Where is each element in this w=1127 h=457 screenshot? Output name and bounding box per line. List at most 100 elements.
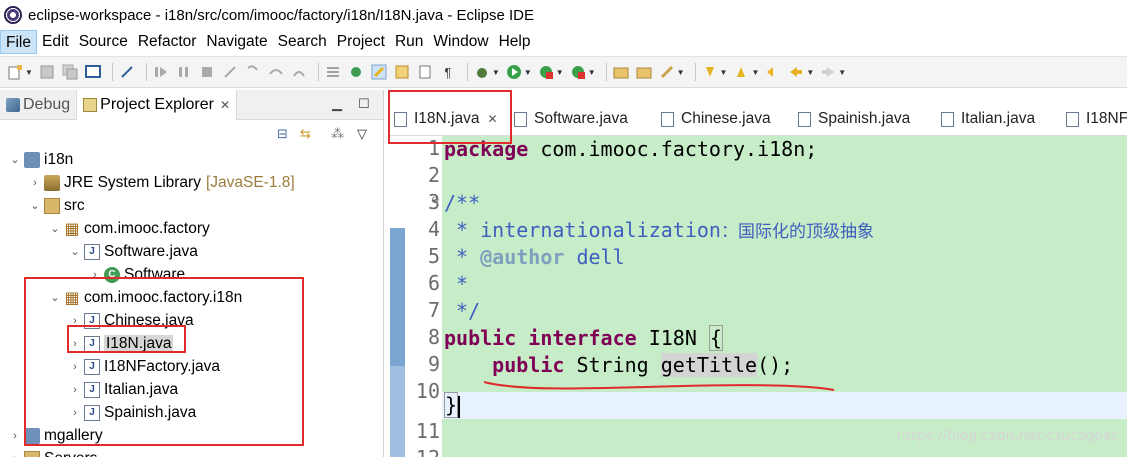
last-edit-location-icon[interactable] xyxy=(764,63,782,81)
expand-icon[interactable]: › xyxy=(8,453,22,457)
minimize-icon[interactable]: ▁ xyxy=(332,96,342,112)
tree-item[interactable]: › Servers xyxy=(8,447,97,457)
debug-icon[interactable] xyxy=(473,63,491,81)
tree-item-label: Software.java xyxy=(104,242,198,260)
link-with-editor-icon[interactable]: ⇆ xyxy=(300,126,311,142)
menu-file[interactable]: File xyxy=(0,30,37,54)
debug-dropdown-icon[interactable]: ▼ xyxy=(492,68,500,77)
java-element-icon[interactable] xyxy=(347,63,365,81)
annotation-underline xyxy=(483,381,835,391)
external-tools-dropdown-icon[interactable]: ▼ xyxy=(588,68,596,77)
fold-collapse-icon[interactable]: ⊖ xyxy=(431,195,439,206)
java-file-icon: J xyxy=(84,243,100,260)
forward-dropdown-icon[interactable]: ▼ xyxy=(838,68,846,77)
watermark: https://blog.csdn.net/csucsgoat xyxy=(896,428,1117,444)
menu-source[interactable]: Source xyxy=(74,30,133,54)
menu-refactor[interactable]: Refactor xyxy=(133,30,202,54)
expand-icon[interactable]: › xyxy=(28,177,42,189)
suspend-icon[interactable] xyxy=(175,63,193,81)
editor-tab-spainish[interactable]: Spainish.java xyxy=(798,104,910,134)
external-tools-icon[interactable] xyxy=(569,63,587,81)
step-return-icon[interactable] xyxy=(290,63,308,81)
collapse-icon[interactable]: ⌄ xyxy=(48,222,62,235)
code-line-3: /** xyxy=(444,191,481,215)
search-icon[interactable] xyxy=(658,63,676,81)
view-menu-icon[interactable]: ▽ xyxy=(357,126,367,142)
menu-help[interactable]: Help xyxy=(494,30,536,54)
terminal-icon[interactable] xyxy=(84,63,102,81)
tree-item-label: JRE System Library xyxy=(64,173,201,191)
ruler-marker xyxy=(390,228,405,366)
annotation-icon[interactable] xyxy=(393,63,411,81)
run-dropdown-icon[interactable]: ▼ xyxy=(524,68,532,77)
back-dropdown-icon[interactable]: ▼ xyxy=(806,68,814,77)
step-into-icon[interactable] xyxy=(244,63,262,81)
menu-window[interactable]: Window xyxy=(428,30,493,54)
java-file-icon xyxy=(514,111,527,127)
open-type-icon[interactable] xyxy=(612,63,630,81)
menu-search[interactable]: Search xyxy=(273,30,332,54)
current-line-highlight xyxy=(442,392,1127,419)
collapse-all-icon[interactable]: ⊟ xyxy=(277,126,288,142)
line-number: 10 xyxy=(415,379,440,403)
collapse-icon[interactable]: ⌄ xyxy=(68,245,82,258)
tree-item[interactable]: ⌄ i18n xyxy=(8,148,73,171)
tab-debug[interactable]: Debug xyxy=(0,90,76,120)
editor-tab-software[interactable]: Software.java xyxy=(514,104,628,134)
tree-item[interactable]: ⌄ J Software.java xyxy=(68,240,198,263)
tree-item[interactable]: ⌄ ▦ com.imooc.factory xyxy=(48,217,209,240)
menu-navigate[interactable]: Navigate xyxy=(201,30,272,54)
editor-tab-i18nfactory[interactable]: I18NF xyxy=(1066,104,1127,134)
expand-icon[interactable]: › xyxy=(8,430,22,442)
back-icon[interactable] xyxy=(787,63,805,81)
tree-item[interactable]: ⌄ src xyxy=(28,194,85,217)
show-whitespace-icon[interactable]: ¶ xyxy=(439,63,457,81)
editor-tab-italian[interactable]: Italian.java xyxy=(941,104,1035,134)
open-task-icon[interactable] xyxy=(635,63,653,81)
new-dropdown-icon[interactable]: ▼ xyxy=(25,68,33,77)
collapse-icon[interactable]: ⌄ xyxy=(8,153,22,166)
next-annotation-icon[interactable] xyxy=(701,63,719,81)
menu-project[interactable]: Project xyxy=(332,30,390,54)
source-folder-icon xyxy=(24,450,40,457)
skip-breakpoints-icon[interactable] xyxy=(118,63,136,81)
collapse-icon[interactable]: ⌄ xyxy=(28,199,42,212)
save-all-icon[interactable] xyxy=(61,63,79,81)
menu-run[interactable]: Run xyxy=(390,30,428,54)
search-dropdown-icon[interactable]: ▼ xyxy=(677,68,685,77)
next-annotation-dropdown-icon[interactable]: ▼ xyxy=(720,68,728,77)
save-icon[interactable] xyxy=(38,63,56,81)
previous-annotation-icon[interactable] xyxy=(732,63,750,81)
tab-project-explorer[interactable]: Project Explorer ✕ xyxy=(76,89,238,120)
step-over-icon[interactable] xyxy=(267,63,285,81)
window-title: eclipse-workspace - i18n/src/com/imooc/f… xyxy=(28,6,535,24)
new-icon[interactable] xyxy=(6,63,24,81)
coverage-dropdown-icon[interactable]: ▼ xyxy=(556,68,564,77)
block-selection-icon[interactable] xyxy=(416,63,434,81)
editor-tab-label: Software.java xyxy=(534,110,628,127)
editor-tab-chinese[interactable]: Chinese.java xyxy=(661,104,771,134)
mark-occurrences-icon[interactable] xyxy=(370,63,388,81)
code-line-11: } xyxy=(444,392,460,419)
coverage-icon[interactable] xyxy=(537,63,555,81)
previous-annotation-dropdown-icon[interactable]: ▼ xyxy=(751,68,759,77)
code-editor[interactable]: package com.imooc.factory.i18n; /** * in… xyxy=(442,136,1127,457)
maximize-icon[interactable]: ☐ xyxy=(358,96,370,112)
focus-icon[interactable]: ⁂ xyxy=(331,126,344,142)
disconnect-icon[interactable] xyxy=(221,63,239,81)
close-icon[interactable]: ✕ xyxy=(220,98,230,112)
text-caret xyxy=(458,395,460,418)
menu-edit[interactable]: Edit xyxy=(37,30,74,54)
run-icon[interactable] xyxy=(505,63,523,81)
resume-icon[interactable] xyxy=(152,63,170,81)
tree-item[interactable]: › JRE System Library [JavaSE-1.8] xyxy=(28,171,295,194)
toggle-breadcrumb-icon[interactable] xyxy=(324,63,342,81)
project-explorer-panel: Debug Project Explorer ✕ ▁ ☐ ⊟ ⇆ ⁂ ▽ ⌄ i1… xyxy=(0,89,384,457)
line-number: 5 xyxy=(427,244,440,268)
terminate-icon[interactable] xyxy=(198,63,216,81)
toolbar-separator xyxy=(317,63,319,81)
forward-icon[interactable] xyxy=(819,63,837,81)
view-toolbar: ⊟ ⇆ ⁂ ▽ xyxy=(0,120,383,148)
line-number: 11 xyxy=(415,419,440,443)
toolbar-separator xyxy=(694,63,696,81)
